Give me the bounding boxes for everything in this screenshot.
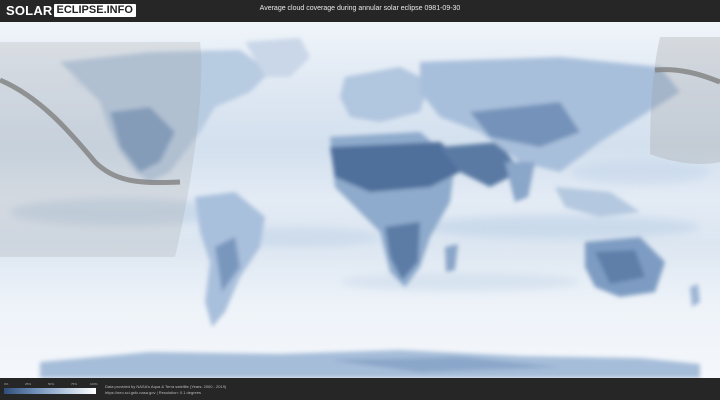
eclipse-visibility-zone-west: [0, 42, 202, 257]
legend-ticks: 0% 25% 50% 75% 100%: [4, 382, 98, 387]
legend-tick: 0%: [4, 382, 9, 386]
footer-bar: 0% 25% 50% 75% 100% Data provided by NAS…: [0, 378, 720, 400]
cloud-coverage-map[interactable]: [0, 22, 720, 378]
legend-tick: 25%: [25, 382, 32, 386]
data-credit: Data provided by NASA's Aqua & Terra sat…: [105, 384, 226, 396]
eclipse-visibility-zone-east: [650, 37, 720, 165]
legend-tick: 50%: [48, 382, 55, 386]
page-title: Average cloud coverage during annular so…: [259, 5, 461, 12]
legend-tick: 75%: [71, 382, 78, 386]
credit-line-2[interactable]: https://neo.sci.gsfc.nasa.gov | Resoluti…: [105, 390, 226, 396]
header-bar: SOLAR ECLIPSE.INFO Average cloud coverag…: [0, 0, 720, 22]
world-map: [0, 22, 720, 378]
legend-tick: 100%: [90, 382, 98, 386]
cloud-coverage-legend: [4, 388, 96, 394]
